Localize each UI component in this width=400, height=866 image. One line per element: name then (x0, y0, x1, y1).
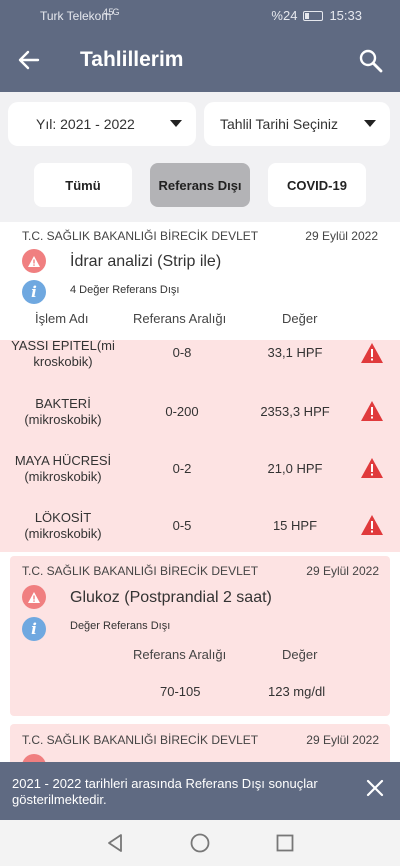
row-value: 21,0 HPF (267, 461, 323, 476)
clock: 15:33 (329, 8, 362, 23)
out-of-range-count: 4 Değer Referans Dışı (70, 284, 180, 296)
chevron-down-icon (170, 120, 182, 127)
row-range: 0-2 (172, 461, 192, 476)
table-row: MAYA HÜCRESİ (mikroskobik) 0-2 21,0 HPF (0, 450, 400, 506)
status-bar: Turk Telekom 4.5G %24 15:33 (0, 0, 400, 30)
result-rows: YASSI EPITEL(mi kroskobik) 0-8 33,1 HPF B… (0, 340, 400, 552)
arrow-left-icon[interactable] (18, 44, 40, 78)
row-range: 0-200 (165, 404, 199, 419)
test-name: Glukoz (Postprandial 2 saat) (70, 589, 272, 606)
row-range: 0-8 (172, 345, 192, 360)
info-icon: i (22, 280, 46, 304)
nav-back-icon[interactable] (104, 832, 126, 854)
result-card-urinalysis[interactable]: T.C. SAĞLIK BAKANLIĞI BİRECİK DEVLET 29 … (0, 222, 400, 340)
warning-icon (22, 585, 46, 609)
table-row: BAKTERİ (mikroskobik) 0-200 2353,3 HPF (0, 393, 400, 449)
warning-icon (22, 249, 46, 273)
date-dropdown[interactable]: Tahlil Tarihi Seçiniz (204, 102, 390, 146)
institution-name: T.C. SAĞLIK BAKANLIĞI BİRECİK DEVLET (22, 564, 259, 578)
date-dropdown-label: Tahlil Tarihi Seçiniz (220, 116, 339, 132)
nav-recents-icon[interactable] (274, 832, 296, 854)
nav-home-icon[interactable] (189, 832, 211, 854)
column-header-name: İşlem Adı (35, 311, 89, 326)
year-dropdown[interactable]: Yıl: 2021 - 2022 (8, 102, 196, 146)
result-date: 29 Eylül 2022 (305, 229, 378, 243)
search-icon[interactable] (356, 46, 386, 76)
status-right: %24 15:33 (271, 8, 362, 23)
year-dropdown-label: Yıl: 2021 - 2022 (36, 116, 135, 132)
system-nav-bar (0, 820, 400, 866)
row-name: MAYA HÜCRESİ (mikroskobik) (14, 453, 112, 484)
row-name: BAKTERİ (mikroskobik) (24, 396, 102, 427)
column-header-range: Referans Aralığı (133, 647, 227, 662)
tab-covid-19[interactable]: COVID-19 (268, 163, 366, 207)
institution-name: T.C. SAĞLIK BAKANLIĞI BİRECİK DEVLET (22, 229, 259, 243)
battery-icon (303, 10, 324, 21)
table-row: YASSI EPITEL(mi kroskobik) 0-8 33,1 HPF (0, 340, 400, 394)
row-value: 15 HPF (272, 518, 318, 533)
filter-panel: Yıl: 2021 - 2022 Tahlil Tarihi Seçiniz T… (0, 92, 400, 222)
page-title: Tahlillerim (80, 48, 184, 71)
battery-percent: %24 (271, 8, 298, 23)
warning-triangle-icon (361, 458, 383, 478)
row-range: 0-5 (172, 518, 192, 533)
row-value: 123 mg/dl (268, 684, 326, 699)
signal-indicator: 4.5G (103, 7, 119, 17)
row-name: YASSI EPITEL(mi kroskobik) (11, 340, 115, 369)
column-header-range: Referans Aralığı (133, 311, 227, 326)
out-of-range-note: Değer Referans Dışı (70, 620, 171, 632)
row-value: 33,1 HPF (267, 345, 323, 360)
table-row: LÖKOSİT (mikroskobik) 0-5 15 HPF (0, 507, 400, 552)
info-icon: i (22, 617, 46, 641)
institution-name: T.C. SAĞLIK BAKANLIĞI BİRECİK DEVLET (22, 733, 259, 747)
test-name: İdrar analizi (Strip ile) (70, 253, 222, 270)
carrier-name: Turk Telekom (40, 9, 112, 23)
result-card-glucose[interactable]: T.C. SAĞLIK BAKANLIĞI BİRECİK DEVLET 29 … (10, 556, 390, 716)
tab-all[interactable]: Tümü (34, 163, 132, 207)
column-header-value: Değer (282, 647, 318, 662)
tab-out-of-reference[interactable]: Referans Dışı (150, 163, 250, 207)
column-header-value: Değer (282, 311, 318, 326)
row-range: 70-105 (160, 684, 201, 699)
snackbar-message: 2021 - 2022 tarihleri arasında Referans … (12, 776, 318, 807)
chevron-down-icon (364, 120, 376, 127)
close-icon[interactable] (366, 778, 384, 802)
result-date: 29 Eylül 2022 (306, 564, 379, 578)
snackbar: 2021 - 2022 tarihleri arasında Referans … (0, 762, 400, 820)
warning-triangle-icon (361, 343, 383, 363)
row-value: 2353,3 HPF (260, 404, 330, 419)
app-bar: Tahlillerim (0, 30, 400, 92)
warning-triangle-icon (361, 401, 383, 421)
result-date: 29 Eylül 2022 (306, 733, 379, 747)
row-name: LÖKOSİT (mikroskobik) (24, 510, 102, 541)
warning-triangle-icon (361, 515, 383, 535)
